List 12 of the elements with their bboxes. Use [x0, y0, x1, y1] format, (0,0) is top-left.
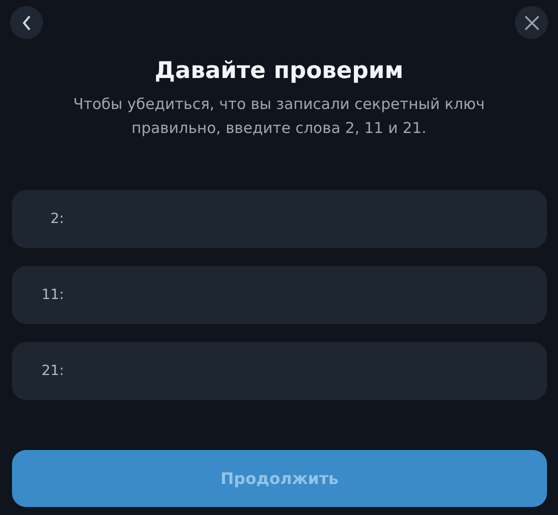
close-icon — [524, 16, 538, 30]
word-field[interactable]: 2: — [12, 190, 547, 248]
back-button[interactable] — [10, 6, 43, 39]
word-number: 11: — [40, 287, 64, 303]
close-button[interactable] — [515, 6, 548, 39]
subtitle: Чтобы убедиться, что вы записали секретный ключ правильно, введите слова 2, 11 и 21. — [72, 94, 486, 139]
word-field[interactable]: 21: — [12, 342, 547, 400]
word-number: 21: — [40, 363, 64, 379]
chevron-left-icon — [22, 16, 31, 30]
word-number: 2: — [49, 211, 64, 227]
title: Давайте проверим — [154, 57, 404, 86]
word-field[interactable]: 11: — [12, 266, 547, 324]
